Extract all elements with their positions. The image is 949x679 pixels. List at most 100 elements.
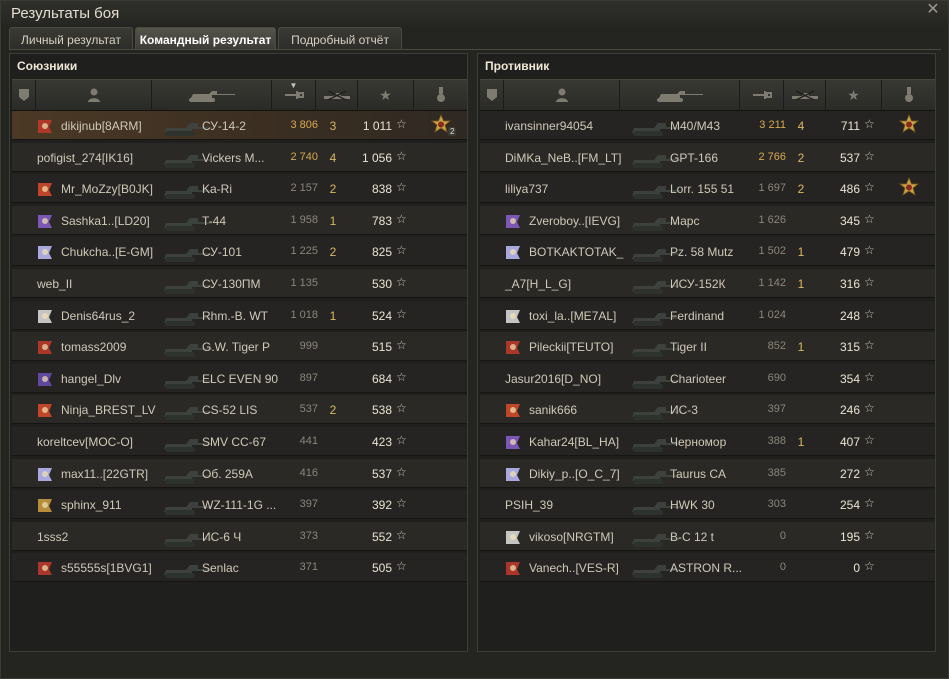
vehicle-name: WZ-111-1G ... — [202, 498, 277, 513]
allies-table-header: ▼ ★ — [12, 79, 467, 111]
player-row[interactable]: Jasur2016[D_NO] Charioteer 690 354 ☆ — [480, 363, 935, 393]
player-row[interactable]: Vanech..[VES-R] ASTRON R... 0 0 ☆ — [480, 553, 935, 583]
player-row[interactable]: BOTKAKTOTAK_ Pz. 58 Mutz 1 502 1 479 ☆ — [480, 237, 935, 267]
player-row[interactable]: 1sss2 ИС-6 Ч 373 552 ☆ — [12, 521, 467, 551]
kills-value: 4 — [329, 150, 337, 165]
player-row[interactable]: DiMKa_NeB..[FM_LT] GPT-166 2 766 2 537 ☆ — [480, 142, 935, 172]
vehicle-column-header[interactable] — [152, 80, 272, 110]
player-row[interactable]: sanik666 ИС-3 397 246 ☆ — [480, 395, 935, 425]
xp-column-header[interactable]: ★ — [826, 80, 882, 110]
player-row[interactable]: pofigist_274[IK16] Vickers M... 2 740 4 1 05… — [12, 142, 467, 172]
xp-star-icon: ☆ — [396, 275, 407, 289]
player-row[interactable]: Denis64rus_2 Rhm.-B. WT 1 018 1 524 ☆ — [12, 300, 467, 330]
player-name: hangel_Dlv — [61, 371, 122, 386]
xp-value: 838 — [371, 182, 392, 197]
clan-emblem-icon — [506, 404, 520, 418]
squad-icon — [18, 89, 29, 101]
vehicle-name: Ka-Ri — [202, 182, 233, 197]
player-column-header[interactable] — [504, 80, 620, 110]
vehicle-name: ИС-3 — [670, 403, 698, 418]
player-row[interactable]: toxi_la..[ME7AL] Ferdinand 1 024 248 ☆ — [480, 300, 935, 330]
xp-value: 538 — [371, 403, 392, 418]
player-row[interactable]: dikijnub[8ARM] СУ-14-2 3 806 3 1 011 ☆ 2 — [12, 111, 467, 140]
kills-value: 1 — [797, 435, 805, 449]
player-name: Mr_MoZzy[B0JK] — [61, 182, 154, 197]
xp-star-icon: ☆ — [396, 117, 407, 131]
vehicle-name: Об. 259А — [202, 466, 253, 481]
clan-emblem-icon — [506, 341, 520, 355]
tab-personal-result[interactable]: Личный результат — [9, 27, 133, 49]
damage-column-header[interactable] — [740, 80, 784, 110]
orden-icon[interactable] — [898, 177, 920, 199]
player-row[interactable]: Zveroboy..[IEVG] Марс 1 626 345 ☆ — [480, 205, 935, 235]
player-row[interactable]: Dikiy_p..[O_C_7] Taurus CA 385 272 ☆ — [480, 458, 935, 488]
player-row[interactable]: _A7[H_L_G] ИСУ-152К 1 142 1 316 ☆ — [480, 269, 935, 298]
close-icon[interactable]: ✕ — [924, 1, 942, 19]
player-row[interactable]: vikoso[NRGTM] B-C 12 t 0 195 ☆ — [480, 521, 935, 551]
kills-value: 1 — [797, 340, 805, 355]
player-row[interactable]: Kahar24[BL_HA] Черномор 388 1 407 ☆ — [480, 427, 935, 456]
player-row[interactable]: web_II СУ-130ПМ 1 135 530 ☆ — [12, 269, 467, 298]
player-row[interactable]: tomass2009 G.W. Tiger P 999 515 ☆ — [12, 332, 467, 362]
xp-star-icon: ☆ — [864, 306, 875, 321]
damage-value: 852 — [767, 340, 786, 353]
kills-value: 1 — [797, 245, 805, 260]
squad-column-header[interactable] — [12, 80, 36, 110]
damage-value: 1 135 — [290, 277, 318, 289]
squad-column-header[interactable] — [480, 80, 504, 110]
xp-value: 1 011 — [362, 119, 392, 133]
vehicle-name: Charioteer — [670, 371, 727, 386]
clan-emblem-icon — [506, 467, 520, 481]
xp-column-header[interactable]: ★ — [358, 80, 414, 110]
kills-value: 2 — [797, 150, 805, 165]
damage-icon — [284, 91, 304, 99]
kills-column-header[interactable] — [784, 80, 826, 110]
xp-value: 537 — [371, 466, 392, 481]
player-row[interactable]: Mr_MoZzy[B0JK] Ka-Ri 2 157 2 838 ☆ — [12, 174, 467, 204]
player-row[interactable]: Pileckii[TEUTO] Tiger II 852 1 315 ☆ — [480, 332, 935, 362]
enemies-panel: Противник ★ ivansinner94054 M40/M43 3 21… — [477, 53, 936, 652]
player-row[interactable]: sphinx_911 WZ-111-1G ... 397 392 ☆ — [12, 490, 467, 520]
tab-detailed-report[interactable]: Подробный отчёт — [278, 27, 402, 49]
xp-value: 515 — [371, 340, 392, 355]
player-icon — [87, 88, 100, 102]
xp-value: 195 — [839, 529, 860, 544]
xp-star-icon: ☆ — [396, 180, 407, 195]
damage-value: 1 697 — [758, 182, 786, 195]
clan-emblem-icon — [38, 120, 52, 133]
medal-count-badge: 2 — [448, 127, 457, 136]
clan-emblem-icon — [38, 341, 52, 355]
medal-icon — [436, 87, 445, 102]
xp-star-icon: ☆ — [864, 559, 875, 574]
player-name: toxi_la..[ME7AL] — [529, 308, 617, 323]
vehicle-column-header[interactable] — [620, 80, 740, 110]
vehicle-name: ASTRON R... — [670, 561, 743, 576]
player-row[interactable]: s55555s[1BVG1] Senlac 371 505 ☆ — [12, 553, 467, 583]
player-row[interactable]: koreltcev[MOC-O] SMV CC-67 441 423 ☆ — [12, 427, 467, 456]
player-row[interactable]: ivansinner94054 M40/M43 3 211 4 711 ☆ — [480, 111, 935, 140]
tab-team-result[interactable]: Командный результат — [135, 27, 276, 49]
player-name: vikoso[NRGTM] — [529, 529, 614, 544]
player-row[interactable]: liliya737 Lorr. 155 51 1 697 2 486 ☆ — [480, 174, 935, 204]
damage-value: 2 766 — [758, 150, 786, 163]
vehicle-name: G.W. Tiger P — [202, 340, 271, 355]
xp-star-icon: ★ — [379, 86, 392, 103]
player-column-header[interactable] — [36, 80, 152, 110]
player-row[interactable]: Ninja_BREST_LV CS-52 LIS 537 2 538 ☆ — [12, 395, 467, 425]
player-row[interactable]: max11..[22GTR] Об. 259А 416 537 ☆ — [12, 458, 467, 488]
xp-star-icon: ☆ — [396, 338, 407, 353]
damage-value: 1 225 — [290, 245, 318, 258]
player-row[interactable]: Sashka1..[LD20] T-44 1 958 1 783 ☆ — [12, 205, 467, 235]
orden-icon[interactable] — [898, 114, 920, 136]
damage-column-header[interactable]: ▼ — [272, 80, 316, 110]
player-icon — [555, 88, 568, 102]
kills-column-header[interactable] — [316, 80, 358, 110]
player-row[interactable]: PSIH_39 HWK 30 303 254 ☆ — [480, 490, 935, 520]
medals-column-header[interactable] — [882, 80, 935, 110]
clan-emblem-icon — [38, 499, 52, 513]
player-row[interactable]: Chukcha..[E-GM] СУ-101 1 225 2 825 ☆ — [12, 237, 467, 267]
player-row[interactable]: hangel_Dlv ELC EVEN 90 897 684 ☆ — [12, 363, 467, 393]
player-name: Kahar24[BL_HA] — [529, 435, 620, 449]
medals-column-header[interactable] — [414, 80, 467, 110]
damage-value: 1 024 — [758, 308, 786, 321]
